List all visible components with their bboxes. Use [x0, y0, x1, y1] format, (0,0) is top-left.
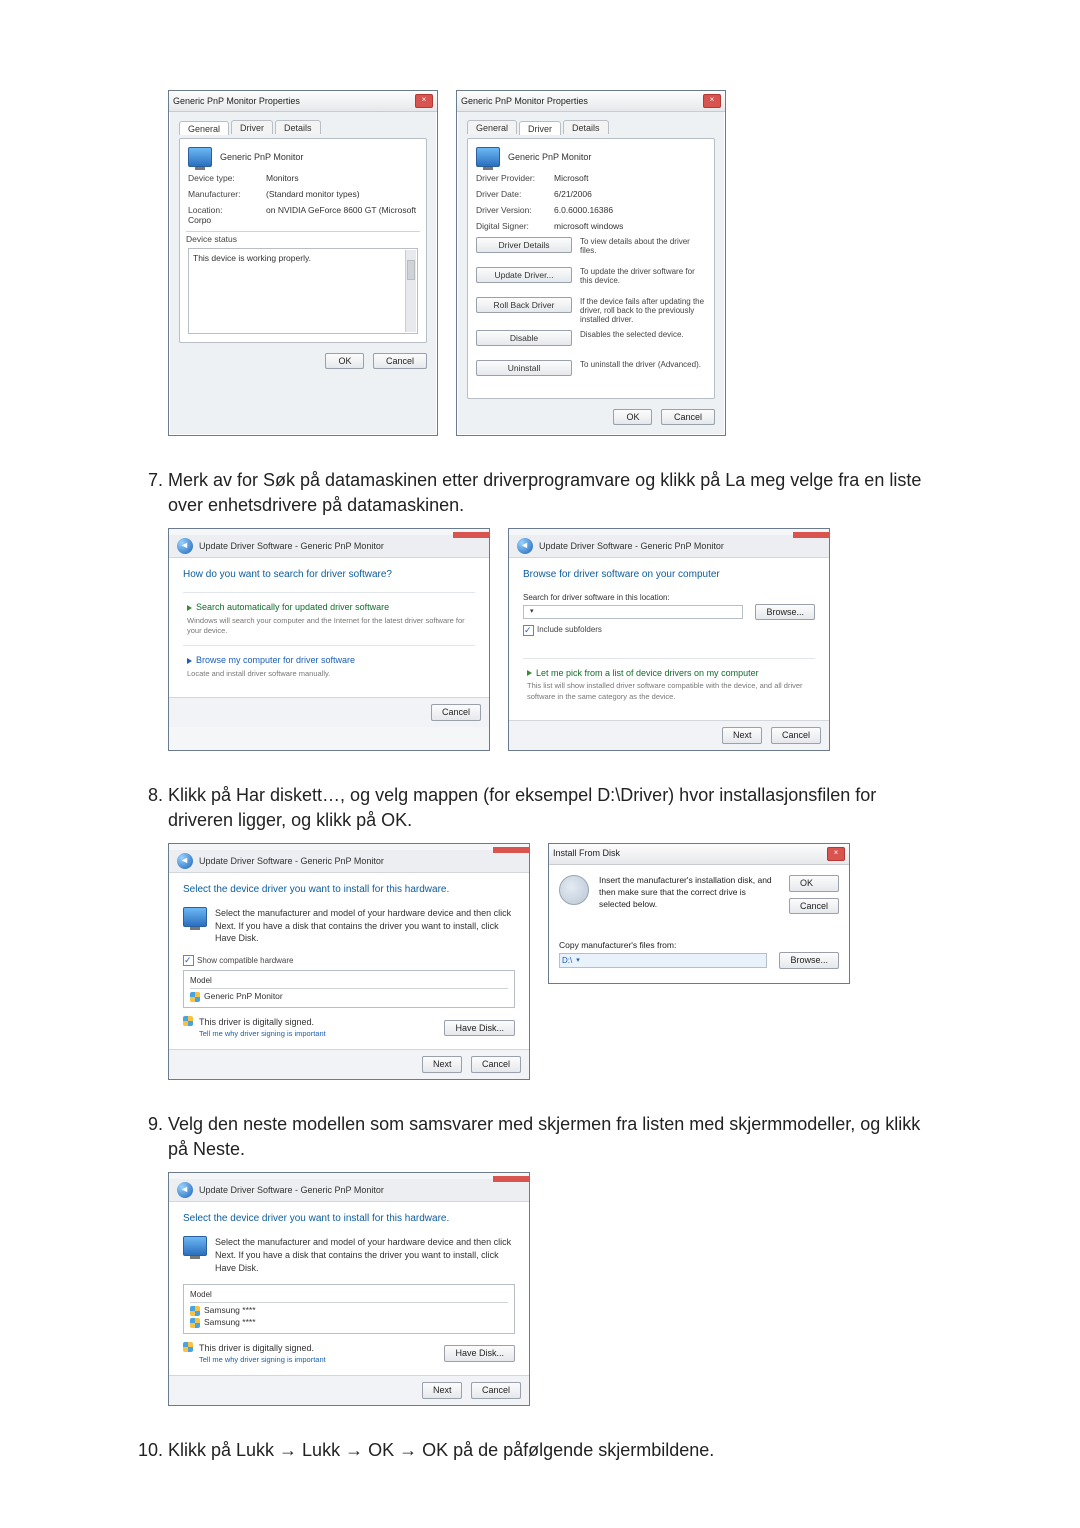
- tab-driver[interactable]: Driver: [519, 121, 561, 135]
- close-icon[interactable]: ×: [415, 94, 433, 108]
- wizard-title: Update Driver Software - Generic PnP Mon…: [539, 540, 724, 553]
- ok-button[interactable]: OK: [325, 353, 364, 369]
- step-10-text: Klikk på Lukk → Lukk → OK → OK på de påf…: [168, 1440, 714, 1460]
- tabs: General Driver Details: [467, 120, 715, 134]
- model-listbox[interactable]: Model Generic PnP Monitor: [183, 970, 515, 1008]
- wizard-question: How do you want to search for driver sof…: [183, 568, 475, 582]
- model-listbox[interactable]: Model Samsung **** Samsung ****: [183, 1284, 515, 1334]
- monitor-properties-general-dialog: Generic PnP Monitor Properties × General…: [168, 90, 438, 436]
- path-combo[interactable]: ▾: [523, 605, 743, 619]
- step-8-text: Klikk på Har diskett…, og velg mappen (f…: [168, 785, 876, 830]
- uninstall-button[interactable]: Uninstall: [476, 360, 572, 376]
- cancel-button[interactable]: Cancel: [661, 409, 715, 425]
- close-icon[interactable]: ×: [703, 94, 721, 108]
- list-item[interactable]: Generic PnP Monitor: [190, 991, 508, 1003]
- monitor-icon: [183, 1236, 207, 1256]
- back-icon[interactable]: [177, 1182, 193, 1198]
- ok-button[interactable]: OK: [613, 409, 652, 425]
- dialog-title: Install From Disk: [553, 847, 827, 861]
- rollback-driver-button[interactable]: Roll Back Driver: [476, 297, 572, 313]
- step-9-text: Velg den neste modellen som samsvarer me…: [168, 1114, 920, 1159]
- back-icon[interactable]: [177, 538, 193, 554]
- show-compatible-checkbox[interactable]: Show compatible hardware: [183, 955, 515, 966]
- monitor-icon: [476, 147, 500, 167]
- select-heading: Select the device driver you want to ins…: [183, 1212, 515, 1226]
- browse-heading: Browse for driver software on your compu…: [523, 568, 815, 582]
- tabs: General Driver Details: [179, 120, 427, 134]
- cancel-button[interactable]: Cancel: [471, 1056, 521, 1073]
- step-7-text: Merk av for Søk på datamaskinen etter dr…: [168, 470, 921, 515]
- browse-button[interactable]: Browse...: [779, 952, 839, 969]
- wizard-search-choice: Update Driver Software - Generic PnP Mon…: [168, 528, 490, 750]
- device-name: Generic PnP Monitor: [508, 152, 591, 162]
- cancel-button[interactable]: Cancel: [471, 1382, 521, 1399]
- driver-details-button[interactable]: Driver Details: [476, 237, 572, 253]
- disable-button[interactable]: Disable: [476, 330, 572, 346]
- next-button[interactable]: Next: [722, 727, 763, 744]
- copy-from-combo[interactable]: D:\▾: [559, 953, 767, 968]
- close-icon[interactable]: ×: [827, 847, 845, 861]
- device-status-group: Device status: [186, 231, 420, 244]
- cancel-button[interactable]: Cancel: [789, 898, 839, 915]
- device-status-text: This device is working properly.: [188, 248, 418, 334]
- back-icon[interactable]: [517, 538, 533, 554]
- include-subfolders-checkbox[interactable]: Include subfolders: [523, 624, 815, 635]
- shield-icon: [190, 992, 200, 1002]
- choice-browse-computer[interactable]: Browse my computer for driver software L…: [183, 645, 475, 687]
- install-from-disk-dialog: Install From Disk × Insert the manufactu…: [548, 843, 850, 984]
- shield-icon: [190, 1318, 200, 1328]
- shield-icon: [190, 1306, 200, 1316]
- scrollbar[interactable]: [405, 250, 416, 332]
- signing-info-link[interactable]: Tell me why driver signing is important: [199, 1029, 326, 1040]
- update-driver-button[interactable]: Update Driver...: [476, 267, 572, 283]
- wizard-browse-pick: Update Driver Software - Generic PnP Mon…: [508, 528, 830, 750]
- next-button[interactable]: Next: [422, 1056, 463, 1073]
- next-button[interactable]: Next: [422, 1382, 463, 1399]
- tab-details[interactable]: Details: [563, 120, 609, 134]
- list-item[interactable]: Samsung ****: [190, 1305, 508, 1317]
- choice-let-me-pick[interactable]: Let me pick from a list of device driver…: [523, 658, 815, 711]
- signing-info-link[interactable]: Tell me why driver signing is important: [199, 1355, 326, 1366]
- ok-button[interactable]: OK: [789, 875, 839, 892]
- wizard-title: Update Driver Software - Generic PnP Mon…: [199, 540, 384, 553]
- window-controls: ×: [703, 94, 721, 108]
- wizard-select-driver-1: Update Driver Software - Generic PnP Mon…: [168, 843, 530, 1080]
- cancel-button[interactable]: Cancel: [373, 353, 427, 369]
- list-item[interactable]: Samsung ****: [190, 1317, 508, 1329]
- tab-general[interactable]: General: [179, 121, 229, 135]
- window-controls: ×: [415, 94, 433, 108]
- device-name: Generic PnP Monitor: [220, 152, 303, 162]
- dialog-title: Generic PnP Monitor Properties: [461, 96, 703, 106]
- tab-driver[interactable]: Driver: [231, 120, 273, 134]
- cancel-button[interactable]: Cancel: [771, 727, 821, 744]
- wizard-title: Update Driver Software - Generic PnP Mon…: [199, 1184, 384, 1197]
- browse-button[interactable]: Browse...: [755, 604, 815, 621]
- cancel-button[interactable]: Cancel: [431, 704, 481, 721]
- monitor-properties-driver-dialog: Generic PnP Monitor Properties × General…: [456, 90, 726, 436]
- have-disk-button[interactable]: Have Disk...: [444, 1345, 515, 1362]
- tab-details[interactable]: Details: [275, 120, 321, 134]
- wizard-title: Update Driver Software - Generic PnP Mon…: [199, 855, 384, 868]
- choice-auto-search[interactable]: Search automatically for updated driver …: [183, 592, 475, 645]
- select-heading: Select the device driver you want to ins…: [183, 883, 515, 897]
- have-disk-button[interactable]: Have Disk...: [444, 1020, 515, 1037]
- wizard-select-driver-2: Update Driver Software - Generic PnP Mon…: [168, 1172, 530, 1405]
- tab-general[interactable]: General: [467, 120, 517, 134]
- dialog-title: Generic PnP Monitor Properties: [173, 96, 415, 106]
- disk-icon: [559, 875, 589, 905]
- shield-icon: [183, 1342, 193, 1352]
- back-icon[interactable]: [177, 853, 193, 869]
- monitor-icon: [183, 907, 207, 927]
- shield-icon: [183, 1016, 193, 1026]
- monitor-icon: [188, 147, 212, 167]
